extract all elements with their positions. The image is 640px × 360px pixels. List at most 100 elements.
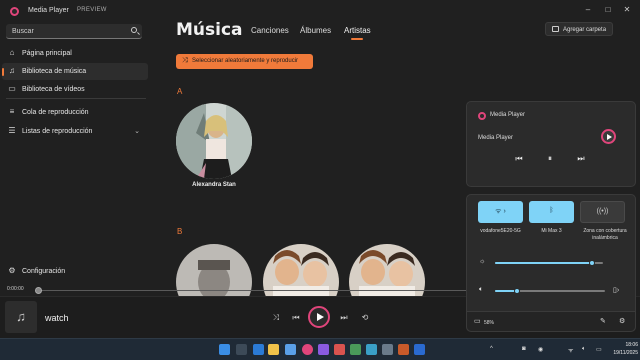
sidebar-divider	[6, 98, 146, 99]
app-icon[interactable]	[350, 344, 361, 355]
bluetooth-icon: ᛒ	[549, 207, 554, 214]
sidebar-item-label: Biblioteca de vídeos	[22, 86, 85, 93]
wifi-tile[interactable]: ᯤ ›	[478, 201, 523, 223]
app-icon[interactable]	[318, 344, 329, 355]
clock-date: 19/11/2025	[613, 350, 638, 356]
now-playing-title[interactable]: watch	[45, 313, 69, 323]
sidebar-item-music-library[interactable]: ♫ Biblioteca de música	[2, 63, 148, 80]
sidebar-item-home[interactable]: ⌂ Página principal	[2, 45, 148, 62]
preview-badge: PREVIEW	[77, 7, 107, 13]
now-playing-art[interactable]: ♫	[5, 301, 37, 333]
search-input[interactable]	[6, 24, 126, 39]
clock-time: 18:06	[625, 342, 638, 348]
battery-icon[interactable]: ▭	[596, 346, 602, 353]
sidebar-item-label: Configuración	[22, 268, 66, 275]
sidebar-item-video-library[interactable]: ▭ Biblioteca de vídeos	[2, 81, 148, 98]
search-box[interactable]	[6, 24, 142, 39]
active-tab-indicator	[351, 38, 363, 40]
music-library-icon: ♫	[9, 66, 15, 75]
app-icon[interactable]	[366, 344, 377, 355]
sidebar-item-label: Biblioteca de música	[22, 68, 87, 75]
previous-button[interactable]: ⏮	[513, 154, 525, 164]
gear-icon: ⚙	[8, 266, 16, 275]
audio-output-icon[interactable]: ▯›	[613, 286, 619, 294]
sidebar: ⌂ Página principal ♫ Biblioteca de músic…	[0, 22, 152, 288]
app-icon[interactable]	[334, 344, 345, 355]
queue-icon: ≡	[9, 107, 15, 116]
repeat-button[interactable]: ⟲	[359, 313, 371, 322]
artist-photo	[176, 103, 252, 179]
tray-chevron-icon[interactable]: ^	[490, 346, 493, 352]
media-flyout-app: Media Player	[490, 112, 526, 118]
minimize-button[interactable]: –	[582, 4, 594, 16]
next-button[interactable]: ⏭	[575, 154, 587, 164]
volume-icon[interactable]: 🔈︎	[479, 286, 483, 294]
volume-icon[interactable]: 🔈︎	[582, 346, 586, 353]
close-button[interactable]: ✕	[621, 4, 633, 16]
file-explorer-icon[interactable]	[268, 344, 279, 355]
media-player-logo-icon	[10, 7, 19, 16]
clock[interactable]: 18:06 19/11/2025	[612, 341, 638, 357]
shuffle-and-play-button[interactable]: ⤨ Seleccionar aleatoriamente y reproduci…	[176, 54, 313, 69]
app-title: Media Player	[28, 7, 69, 14]
hotspot-tile[interactable]: ((•))	[580, 201, 625, 223]
sidebar-item-label: Listas de reproducción	[22, 128, 93, 135]
title-bar: Media Player PREVIEW – □ ✕	[0, 0, 640, 22]
quick-settings-footer: ▭ 58% ✎ ⚙	[467, 311, 635, 331]
battery-icon[interactable]: ▭	[474, 317, 481, 325]
edge-icon[interactable]	[253, 344, 264, 355]
seek-thumb[interactable]	[35, 287, 42, 294]
settings-app-icon[interactable]	[285, 344, 296, 355]
chevron-down-icon[interactable]: ⌄	[134, 127, 140, 135]
add-folder-label: Agregar carpeta	[563, 26, 607, 33]
elapsed-time: 0:00:00	[7, 286, 24, 292]
brightness-thumb[interactable]	[589, 260, 596, 266]
brightness-slider[interactable]	[495, 260, 603, 266]
tab-albums[interactable]: Álbumes	[300, 26, 331, 35]
music-note-icon: ♫	[16, 309, 26, 324]
gear-icon[interactable]: ⚙	[619, 317, 625, 325]
media-player-logo-icon	[478, 112, 486, 120]
maximize-button[interactable]: □	[602, 4, 614, 16]
add-folder-button[interactable]: Agregar carpeta	[545, 22, 613, 36]
tab-artists[interactable]: Artistas	[344, 26, 371, 35]
search-icon[interactable]	[131, 27, 137, 33]
wifi-icon[interactable]: ᯤ	[568, 346, 573, 354]
hotspot-icon: ((•))	[596, 208, 609, 215]
start-icon[interactable]	[219, 344, 230, 355]
video-library-icon: ▭	[8, 84, 16, 93]
tab-songs[interactable]: Canciones	[251, 26, 289, 35]
volume-thumb[interactable]	[514, 288, 520, 294]
play-button[interactable]	[308, 306, 330, 328]
tray-app-icon[interactable]: ◉	[538, 346, 543, 353]
taskbar: ^ ◙ ◉ ᯤ 🔈︎ ▭ 18:06 19/11/2025	[0, 338, 640, 360]
next-button[interactable]: ⏭	[338, 313, 350, 323]
artist-name[interactable]: Alexandra Stan	[176, 182, 252, 188]
media-flyout: Media Player Media Player ⏮ ⏸ ⏭	[466, 101, 636, 187]
sidebar-item-settings[interactable]: ⚙ Configuración	[2, 263, 148, 280]
task-view-icon[interactable]	[236, 344, 247, 355]
section-letter-a[interactable]: A	[177, 87, 182, 96]
app-icon[interactable]	[398, 344, 409, 355]
edit-icon[interactable]: ✎	[600, 317, 606, 325]
shuffle-button[interactable]: ⤨	[270, 313, 282, 323]
section-letter-b[interactable]: B	[177, 227, 182, 236]
media-player-taskbar-icon[interactable]	[302, 344, 313, 355]
media-flyout-art[interactable]	[601, 129, 616, 144]
sidebar-item-playlists[interactable]: ☰ Listas de reproducción ⌄	[2, 123, 148, 140]
artist-card[interactable]	[176, 103, 252, 179]
app-icon[interactable]	[382, 344, 393, 355]
volume-slider[interactable]	[495, 288, 605, 294]
sidebar-item-queue[interactable]: ≡ Cola de reproducción	[2, 104, 148, 121]
tray-app-icon[interactable]: ◙	[522, 346, 526, 352]
previous-button[interactable]: ⏮	[290, 313, 302, 323]
page-title: Música	[176, 20, 243, 40]
media-flyout-track: Media Player	[478, 135, 514, 141]
bluetooth-tile[interactable]: ᛒ	[529, 201, 574, 223]
battery-percentage[interactable]: 58%	[484, 320, 494, 326]
pause-button[interactable]: ⏸	[544, 154, 556, 164]
sidebar-item-label: Cola de reproducción	[22, 109, 89, 116]
shuffle-icon: ⤨	[182, 57, 188, 64]
seek-track[interactable]	[38, 290, 466, 291]
app-icon[interactable]	[414, 344, 425, 355]
